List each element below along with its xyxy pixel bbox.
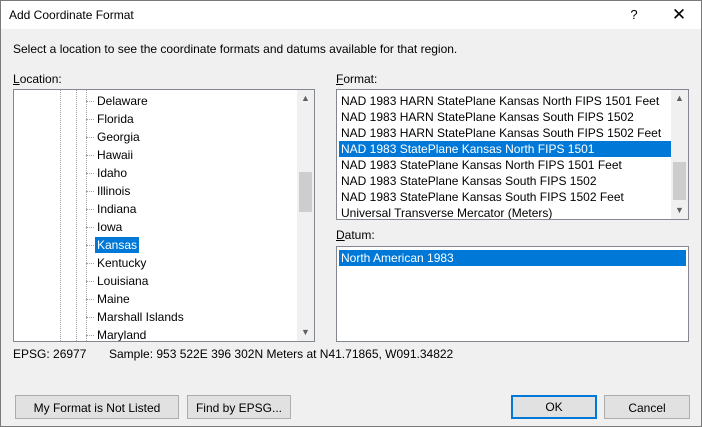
- tree-connector: [86, 263, 94, 264]
- title-bar: Add Coordinate Format ? ✕: [1, 1, 701, 29]
- location-item[interactable]: Kentucky: [95, 255, 148, 271]
- location-item[interactable]: Florida: [95, 111, 136, 127]
- location-item[interactable]: Kansas: [95, 237, 140, 253]
- tree-connector: [86, 335, 94, 336]
- format-item[interactable]: NAD 1983 StatePlane Kansas North FIPS 15…: [339, 141, 671, 157]
- format-item[interactable]: NAD 1983 StatePlane Kansas South FIPS 15…: [339, 173, 671, 189]
- ok-button[interactable]: OK: [511, 395, 597, 419]
- location-item[interactable]: Iowa: [95, 219, 124, 235]
- sample-coordinates: Sample: 953 522E 396 302N Meters at N41.…: [109, 347, 454, 361]
- tree-guide-line: [60, 90, 61, 341]
- tree-connector: [86, 101, 94, 102]
- scroll-up-arrow-icon[interactable]: ▲: [671, 90, 688, 107]
- format-scrollbar[interactable]: ▲ ▼: [671, 90, 688, 219]
- tree-guide-line: [86, 90, 87, 341]
- location-scrollbar[interactable]: ▲ ▼: [297, 90, 314, 341]
- tree-connector: [86, 209, 94, 210]
- format-label: Format:: [336, 72, 378, 86]
- tree-connector: [86, 227, 94, 228]
- dialog-title: Add Coordinate Format: [9, 8, 134, 22]
- location-item[interactable]: Georgia: [95, 129, 142, 145]
- datum-list[interactable]: North American 1983: [336, 246, 689, 342]
- instructions-text: Select a location to see the coordinate …: [13, 42, 458, 56]
- location-item[interactable]: Idaho: [95, 165, 129, 181]
- tree-connector: [86, 173, 94, 174]
- tree-guide-line: [76, 90, 77, 341]
- close-button[interactable]: ✕: [657, 1, 701, 29]
- format-item[interactable]: Universal Transverse Mercator (Meters): [339, 205, 671, 219]
- scroll-thumb[interactable]: [299, 172, 312, 212]
- tree-connector: [86, 155, 94, 156]
- tree-connector: [86, 119, 94, 120]
- tree-connector: [86, 299, 94, 300]
- location-item[interactable]: Maine: [95, 291, 132, 307]
- location-item[interactable]: Indiana: [95, 201, 138, 217]
- location-item[interactable]: Marshall Islands: [95, 309, 186, 325]
- location-item[interactable]: Maryland: [95, 327, 148, 341]
- format-item[interactable]: NAD 1983 StatePlane Kansas South FIPS 15…: [339, 189, 671, 205]
- tree-connector: [86, 245, 94, 246]
- my-format-not-listed-button[interactable]: My Format is Not Listed: [15, 395, 179, 419]
- tree-connector: [86, 281, 94, 282]
- datum-label: Datum:: [336, 228, 375, 242]
- tree-connector: [86, 191, 94, 192]
- format-list[interactable]: NAD 1983 HARN StatePlane Kansas North FI…: [336, 89, 689, 220]
- datum-item[interactable]: North American 1983: [339, 250, 686, 266]
- location-item[interactable]: Hawaii: [95, 147, 135, 163]
- format-item[interactable]: NAD 1983 HARN StatePlane Kansas South FI…: [339, 109, 671, 125]
- scroll-down-arrow-icon[interactable]: ▼: [297, 324, 314, 341]
- location-item[interactable]: Delaware: [95, 93, 150, 109]
- format-item[interactable]: NAD 1983 HARN StatePlane Kansas North FI…: [339, 93, 671, 109]
- location-tree[interactable]: Delaware Florida Georgia Hawaii Idaho Illinoi…: [13, 89, 315, 342]
- tree-connector: [86, 137, 94, 138]
- help-button[interactable]: ?: [611, 1, 657, 29]
- scroll-thumb[interactable]: [673, 162, 686, 200]
- location-item[interactable]: Illinois: [95, 183, 132, 199]
- add-coordinate-format-dialog: Add Coordinate Format ? ✕ Select a locat…: [0, 0, 702, 427]
- format-item[interactable]: NAD 1983 HARN StatePlane Kansas South FI…: [339, 125, 671, 141]
- format-item[interactable]: NAD 1983 StatePlane Kansas North FIPS 15…: [339, 157, 671, 173]
- location-label: Location:: [13, 72, 62, 86]
- location-item[interactable]: Louisiana: [95, 273, 150, 289]
- tree-connector: [86, 317, 94, 318]
- scroll-down-arrow-icon[interactable]: ▼: [671, 202, 688, 219]
- cancel-button[interactable]: Cancel: [604, 395, 690, 419]
- epsg-code: EPSG: 26977: [13, 347, 87, 361]
- scroll-up-arrow-icon[interactable]: ▲: [297, 90, 314, 107]
- find-by-epsg-button[interactable]: Find by EPSG...: [187, 395, 291, 419]
